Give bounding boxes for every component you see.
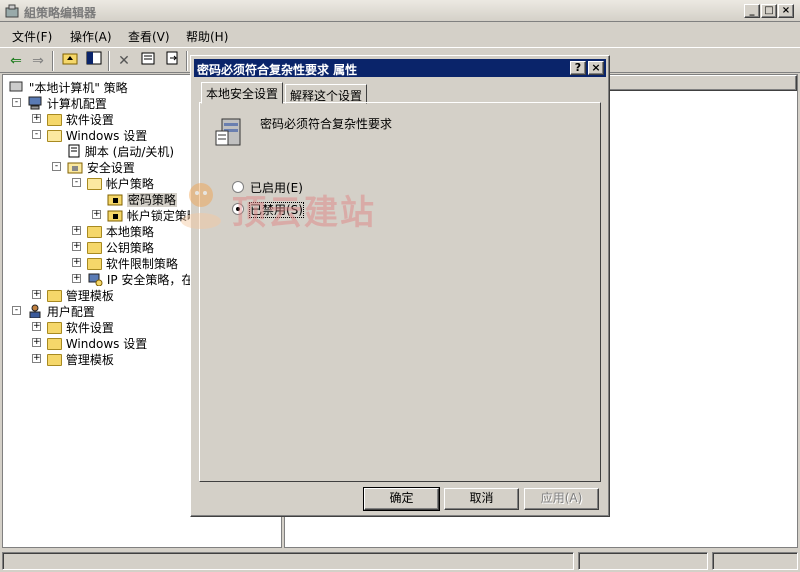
computer-icon [28,96,42,110]
collapse-toggle[interactable]: - [32,130,41,139]
folder-icon [87,242,102,254]
expand-toggle[interactable]: + [92,210,101,219]
menu-bar: 文件(F) 操作(A) 查看(V) 帮助(H) [0,24,800,46]
tree-item-public-key-policies[interactable]: 公钥策略 [87,239,154,255]
folder-icon [47,322,62,334]
expand-toggle[interactable]: + [32,354,41,363]
close-dialog-button[interactable]: × [588,61,604,75]
maximize-button[interactable]: □ [761,4,777,18]
folder-icon [47,114,62,126]
script-icon [68,144,80,158]
tree-item-local-policies[interactable]: 本地策略 [87,223,154,239]
folder-icon [87,226,102,238]
tree-item-security-settings[interactable]: 安全设置 [67,159,135,175]
toolbar-separator [186,51,188,71]
apply-button[interactable]: 应用(A) [524,488,599,510]
tree-item-user-config[interactable]: 用户配置 [27,303,95,319]
policy-name: 密码必须符合复杂性要求 [260,117,393,131]
security-folder-icon [67,162,83,174]
tree-item-admin-templates[interactable]: 管理模板 [47,287,114,303]
status-pane [712,552,798,570]
properties-dialog: 密码必须符合复杂性要求 属性 ? × 本地安全设置 解释这个设置 密码必须符合复… [181,55,610,517]
status-pane-main [2,552,574,570]
collapse-toggle[interactable]: - [12,306,21,315]
tree-item-windows-settings[interactable]: Windows 设置 [47,127,147,143]
delete-icon[interactable]: ✕ [114,51,134,71]
tree-item-software-restriction[interactable]: 软件限制策略 [87,255,178,271]
minimize-button[interactable]: _ [744,4,760,18]
dialog-title-bar: 密码必须符合复杂性要求 属性 ? × [194,59,606,77]
expand-toggle[interactable]: + [72,226,81,235]
tree-item-ip-security[interactable]: IP 安全策略，在 [87,271,193,287]
expand-toggle[interactable]: + [72,258,81,267]
menu-help[interactable]: 帮助(H) [186,28,228,45]
collapse-toggle[interactable]: - [72,178,81,187]
ok-button[interactable]: 确定 [363,487,440,511]
toolbar-separator [108,51,110,71]
toolbar-separator [52,51,54,71]
help-button[interactable]: ? [570,61,586,75]
export-list-icon[interactable] [162,51,182,71]
expand-toggle[interactable]: + [32,114,41,123]
window-title-bar: 組策略编辑器 _ □ × [0,0,800,22]
lock-folder-icon [107,210,123,222]
mascot-logo-icon [181,183,221,229]
policy-settings-icon [214,117,246,152]
expand-toggle[interactable]: + [32,322,41,331]
folder-icon [47,290,62,302]
expand-toggle[interactable]: + [72,242,81,251]
menu-view[interactable]: 查看(V) [128,28,170,45]
watermark: 顶云建站 [178,177,374,236]
collapse-toggle[interactable]: - [52,162,61,171]
tab-local-security-setting[interactable]: 本地安全设置 [201,82,284,104]
tree-item-scripts[interactable]: 脚本 (启动/关机) [67,143,174,159]
expand-toggle[interactable]: + [32,338,41,347]
tree-item-user-windows-settings[interactable]: Windows 设置 [47,335,147,351]
show-hide-tree-icon[interactable] [84,51,104,71]
network-policy-icon [88,273,103,287]
watermark-text: 顶云建站 [232,193,376,233]
properties-icon[interactable] [138,51,158,71]
status-bar [0,550,800,572]
lock-folder-icon [107,194,123,206]
status-pane [578,552,708,570]
folder-open-icon [87,178,102,190]
tree-item-password-policy[interactable]: 密码策略 [107,191,177,207]
forward-arrow-icon[interactable]: ⇒ [28,51,48,71]
folder-open-icon [47,130,62,142]
tab-panel: 密码必须符合复杂性要求 已启用(E) 已禁用(S) 顶云建站 [181,102,601,482]
user-icon [29,304,41,319]
group-policy-app-icon [4,3,20,19]
collapse-toggle[interactable]: - [12,98,21,107]
menu-file[interactable]: 文件(F) [12,28,52,45]
tab-explain-setting[interactable]: 解释这个设置 [285,84,368,104]
tree-item-label: "本地计算机" 策略 [28,81,128,95]
cancel-button[interactable]: 取消 [444,488,519,510]
tree-item-computer-config[interactable]: 计算机配置 [27,95,107,111]
tree-item-user-software-settings[interactable]: 软件设置 [47,319,114,335]
menu-action[interactable]: 操作(A) [70,28,112,45]
tree-item-account-policies[interactable]: 帐户策略 [87,175,154,191]
window-title: 組策略编辑器 [24,6,97,20]
expand-toggle[interactable]: + [72,274,81,283]
expand-toggle[interactable]: + [32,290,41,299]
tree-item-software-settings[interactable]: 软件设置 [47,111,114,127]
dialog-title: 密码必须符合复杂性要求 属性 [197,63,358,77]
folder-icon [47,354,62,366]
back-arrow-icon[interactable]: ⇐ [6,51,26,71]
tree-root[interactable]: "本地计算机" 策略 [9,79,128,95]
tree-item-user-admin-templates[interactable]: 管理模板 [47,351,114,367]
folder-icon [47,338,62,350]
close-window-button[interactable]: × [778,4,794,18]
folder-icon [87,258,102,270]
up-folder-icon[interactable] [60,51,80,71]
